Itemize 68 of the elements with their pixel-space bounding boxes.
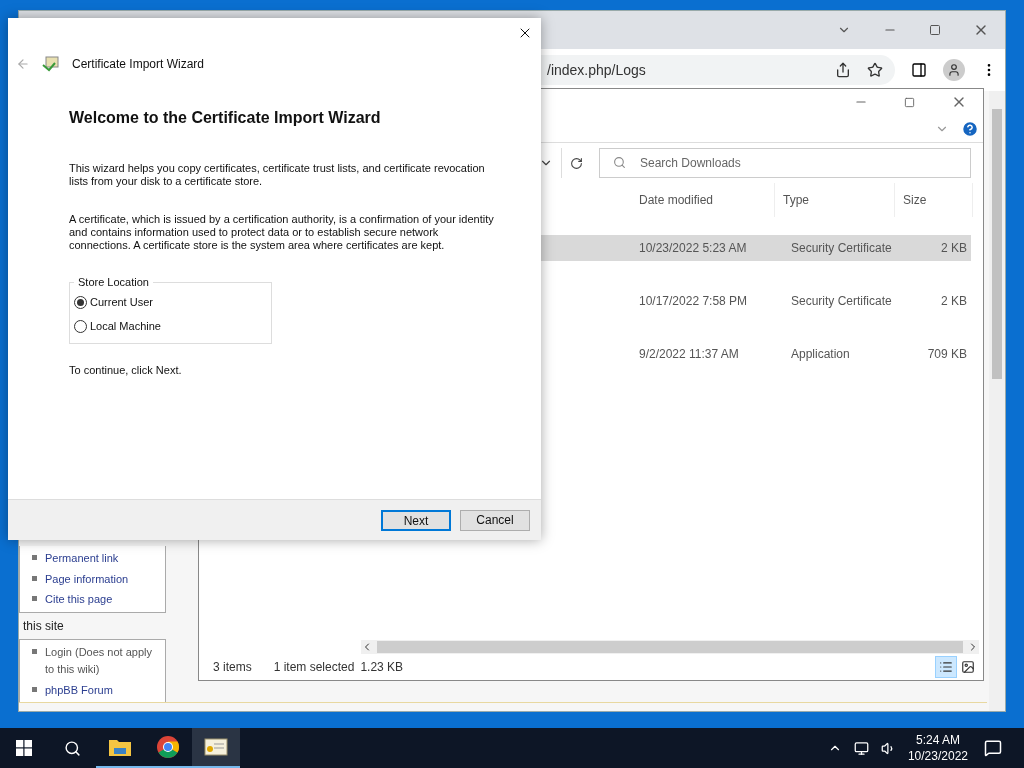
column-header[interactable]: Type <box>775 183 895 217</box>
profile-avatar[interactable] <box>943 59 965 81</box>
item-count: 3 items <box>213 659 252 676</box>
search-field[interactable]: Search Downloads <box>599 148 971 178</box>
taskbar-app[interactable] <box>192 728 240 768</box>
sidebar-heading: this site <box>22 617 65 635</box>
search-icon <box>63 739 81 757</box>
maximize-icon[interactable] <box>904 96 915 108</box>
wizard-paragraph: This wizard helps you copy certificates, certificate trust lists, and certificate revocation lists from your disk to a certificate store. <box>69 162 486 188</box>
preview-view-icon <box>961 660 975 674</box>
file-row[interactable]: 9/2/2022 11:37 AM Application 709 KB <box>541 341 971 367</box>
selection-count: 1 item selected <box>273 659 355 676</box>
type-cell-text: Application <box>790 346 851 363</box>
radio-option[interactable]: Current User <box>74 290 267 315</box>
bookmark-star-icon[interactable] <box>867 62 883 78</box>
horizontal-scrollbar[interactable] <box>361 640 979 654</box>
browser-icon <box>156 735 180 759</box>
search-icon <box>613 156 626 169</box>
bullet-icon <box>32 575 37 581</box>
selection-size: 1.23 KB <box>360 659 405 676</box>
date-cell-text: 9/2/2022 11:37 AM <box>638 346 740 363</box>
file-row[interactable]: 10/17/2022 7:58 PM Security Certificate 2 KB <box>541 288 971 314</box>
certificate-icon <box>204 737 228 757</box>
wizard-button[interactable]: Next <box>381 509 451 531</box>
type-cell-text: Security Certificate <box>790 293 893 310</box>
bullet-icon <box>32 596 37 601</box>
wizard-heading: Welcome to the Certificate Import Wizard <box>69 108 382 128</box>
notification-icon[interactable] <box>984 739 1002 757</box>
certificate-wizard-icon <box>42 56 60 72</box>
group-legend: Store Location <box>74 274 153 291</box>
radio-option[interactable]: Local Machine <box>74 314 267 339</box>
wizard-title: Certificate Import Wizard <box>72 56 205 73</box>
sidebar-link[interactable]: Page information <box>45 570 129 587</box>
sidebar-link[interactable]: Login (Does not apply to this wiki) <box>45 643 157 678</box>
person-icon <box>947 63 961 77</box>
browser-scrollbar[interactable] <box>989 91 1005 711</box>
side-panel-icon[interactable] <box>911 62 927 78</box>
help-icon[interactable] <box>961 119 979 138</box>
address-text: /index.php/Logs <box>547 60 647 80</box>
sidebar-link[interactable]: Cite this page <box>45 591 113 608</box>
windows-logo-icon <box>16 740 32 756</box>
maximize-icon[interactable] <box>929 24 941 36</box>
refresh-icon <box>570 156 583 170</box>
wizard-button[interactable]: Cancel <box>460 509 530 531</box>
continue-hint: To continue, click Next. <box>69 362 183 378</box>
size-cell-text: 709 KB <box>926 346 968 363</box>
wizard-paragraph: A certificate, which is issued by a certification authority, is a confirmation of your identity and contains information used to protect data or to establish secure network connections. A certificate store is the system area where certificates are kept. <box>69 213 495 252</box>
date-cell-text: 10/23/2022 5:23 AM <box>638 240 748 257</box>
size-cell-text: 2 KB <box>940 293 968 310</box>
scrollbar-thumb[interactable] <box>377 641 963 653</box>
date-cell-text: 10/17/2022 7:58 PM <box>638 293 749 310</box>
column-header[interactable]: Size <box>895 183 973 217</box>
view-toggle[interactable] <box>935 656 957 678</box>
bullet-icon <box>32 555 37 560</box>
sidebar-link[interactable]: Permanent link <box>45 550 119 567</box>
bullet-icon <box>32 686 37 692</box>
size-cell-text: 2 KB <box>940 240 968 257</box>
network-icon[interactable] <box>853 740 869 756</box>
details-view-icon <box>939 660 953 674</box>
share-icon[interactable] <box>835 62 851 78</box>
sidebar-link[interactable]: phpBB Forum <box>45 681 113 698</box>
scrollbar-thumb[interactable] <box>992 109 1002 379</box>
clock[interactable]: 5:24 AM 10/23/2022 <box>907 732 968 764</box>
folder-icon <box>108 737 132 757</box>
bullet-icon <box>32 648 37 654</box>
file-row[interactable]: 10/23/2022 5:23 AM Security Certificate 2 KB <box>541 235 971 261</box>
type-cell-text: Security Certificate <box>790 240 893 257</box>
column-header[interactable]: Date modified <box>631 183 775 217</box>
